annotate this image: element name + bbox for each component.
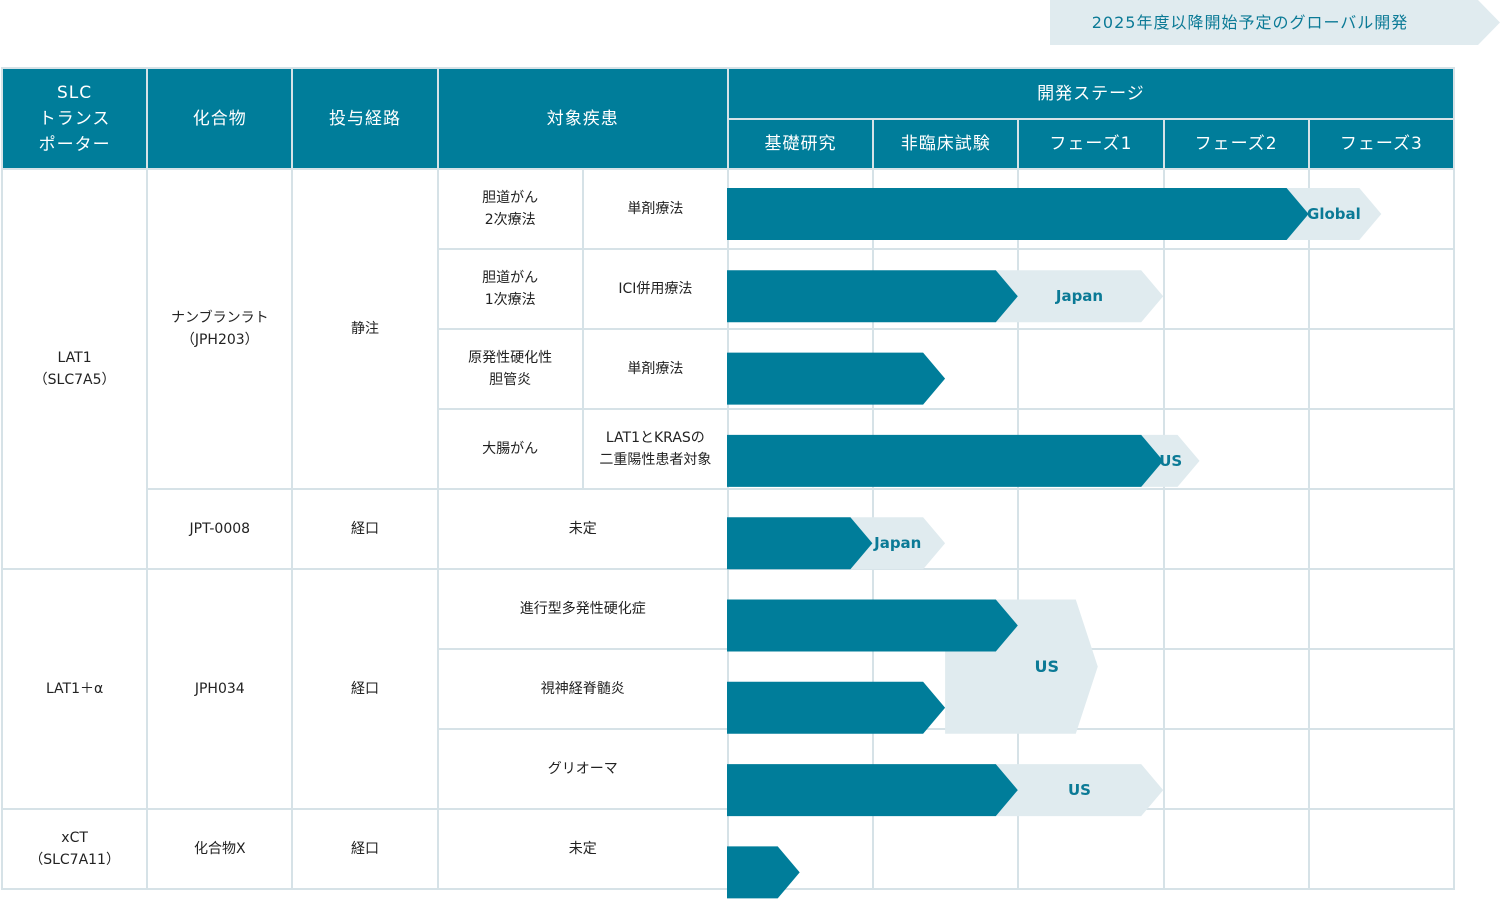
compound-cell: ナンブランラト （JPH203） bbox=[146, 168, 294, 490]
header-stage-phase2: フェーズ2 bbox=[1162, 118, 1310, 170]
table-row: LAT1 （SLC7A5） ナンブランラト （JPH203） 静注 胆道がん 2次療法… bbox=[0, 168, 1456, 570]
route-cell: 経口 bbox=[291, 568, 439, 810]
route-cell: 経口 bbox=[291, 488, 439, 570]
disease-cell: 原発性硬化性 胆管炎 bbox=[436, 328, 584, 410]
therapy-cell: 単剤療法 bbox=[581, 168, 729, 250]
therapy-cell: LAT1とKRASの 二重陽性患者対象 bbox=[581, 408, 729, 490]
header-stage-phase1: フェーズ1 bbox=[1017, 118, 1165, 170]
header-stage-nonclinical: 非臨床試験 bbox=[872, 118, 1020, 170]
therapy-cell: 単剤療法 bbox=[581, 328, 729, 410]
header-stage-group: 開発ステージ bbox=[726, 67, 1456, 120]
transporter-cell: xCT （SLC7A11） bbox=[0, 808, 149, 890]
disease-cell: 視神経脊髄炎 bbox=[436, 648, 729, 730]
route-cell: 経口 bbox=[291, 808, 439, 890]
therapy-cell: ICI併用療法 bbox=[581, 248, 729, 330]
header-transporter: SLC トランス ポーター bbox=[0, 67, 149, 170]
header-route: 投与経路 bbox=[291, 67, 439, 170]
route-cell: 静注 bbox=[291, 168, 439, 490]
disease-cell: 進行型多発性硬化症 bbox=[436, 568, 729, 650]
transporter-cell: LAT1＋α bbox=[0, 568, 149, 810]
header-compound: 化合物 bbox=[146, 67, 294, 170]
header-stage-phase3: フェーズ3 bbox=[1307, 118, 1456, 170]
compound-cell: JPH034 bbox=[146, 568, 294, 810]
transporter-cell: LAT1 （SLC7A5） bbox=[0, 168, 149, 570]
disease-cell: 未定 bbox=[436, 808, 729, 890]
disease-cell: グリオーマ bbox=[436, 728, 729, 810]
disease-cell: 大腸がん bbox=[436, 408, 584, 490]
table-row: LAT1＋α JPH034 経口 進行型多発性硬化症 bbox=[0, 568, 1456, 810]
legend-global-development: 2025年度以降開始予定のグローバル開発 bbox=[1050, 0, 1500, 45]
pipeline-table: SLC トランス ポーター 化合物 投与経路 対象疾患 開発ステージ 基礎研究 … bbox=[0, 67, 1456, 890]
compound-cell: JPT-0008 bbox=[146, 488, 294, 570]
header-disease: 対象疾患 bbox=[436, 67, 729, 170]
disease-cell: 未定 bbox=[436, 488, 729, 570]
compound-cell: 化合物Ⅹ bbox=[146, 808, 294, 890]
header-stage-basic-research: 基礎研究 bbox=[726, 118, 875, 170]
table-row: JPT-0008 経口 未定 bbox=[2, 488, 1456, 570]
table-row: xCT （SLC7A11） 化合物Ⅹ 経口 未定 bbox=[0, 808, 1456, 890]
disease-cell: 胆道がん 1次療法 bbox=[436, 248, 584, 330]
disease-cell: 胆道がん 2次療法 bbox=[436, 168, 584, 250]
legend-label: 2025年度以降開始予定のグローバル開発 bbox=[1091, 13, 1409, 32]
